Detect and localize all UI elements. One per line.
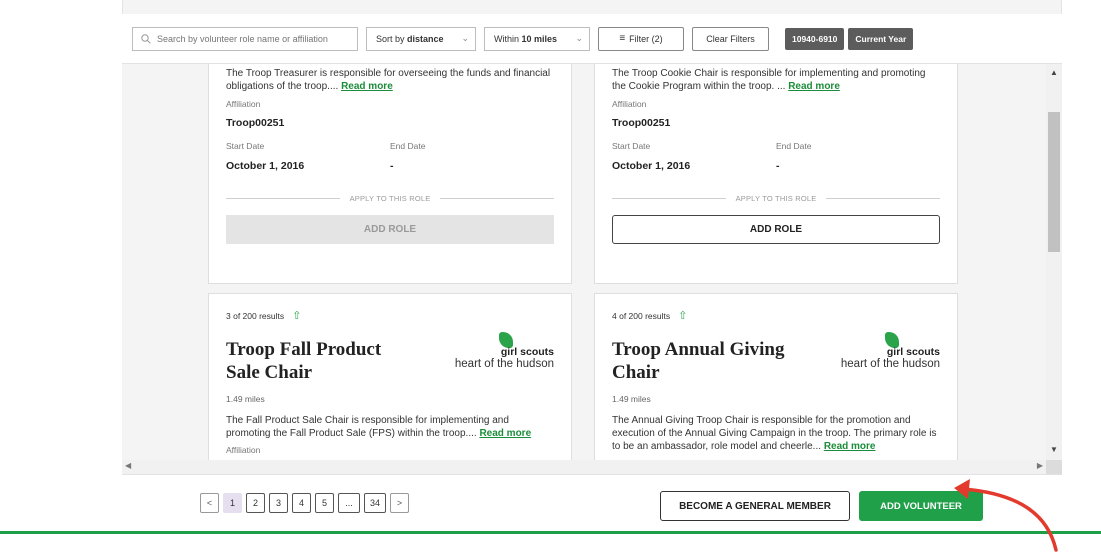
add-role-button[interactable]: ADD ROLE — [612, 215, 940, 244]
year-badge[interactable]: Current Year — [848, 27, 914, 50]
scroll-left-arrow-icon[interactable]: ◀ — [125, 461, 131, 470]
start-date-value: October 1, 2016 — [612, 160, 691, 172]
next-page-button[interactable]: > — [390, 493, 409, 513]
end-date-label: End Date — [776, 141, 812, 151]
vertical-scrollbar[interactable]: ▲ ▼ — [1046, 64, 1062, 460]
filter-label: Filter (2) — [629, 33, 663, 44]
end-date-value: - — [390, 160, 394, 172]
page-ellipsis[interactable]: ... — [338, 493, 360, 513]
prev-page-button[interactable]: < — [200, 493, 219, 513]
apply-label: APPLY TO THIS ROLE — [349, 194, 431, 203]
page-button-3[interactable]: 3 — [269, 493, 288, 513]
result-count: 4 of 200 results ⇧ — [612, 309, 688, 322]
sort-select[interactable]: Sort by distance ⌄ — [366, 26, 476, 51]
pagination: < 1 2 3 4 5 ... 34 > — [200, 493, 409, 513]
page-button-34[interactable]: 34 — [364, 493, 386, 513]
scroll-right-arrow-icon[interactable]: ▶ — [1037, 461, 1043, 470]
share-icon[interactable]: ⇧ — [678, 309, 687, 322]
read-more-link[interactable]: Read more — [824, 441, 876, 452]
filter-toolbar: Sort by distance ⌄ Within 10 miles ⌄ ≡ F… — [122, 14, 1062, 64]
results-viewport[interactable]: The Troop Treasurer is responsible for o… — [122, 64, 1046, 460]
role-description: The Fall Product Sale Chair is responsib… — [226, 415, 532, 439]
sort-text: Sort by distance — [376, 33, 444, 44]
page-button-5[interactable]: 5 — [315, 493, 334, 513]
role-card-fall-product: 3 of 200 results ⇧ Troop Fall Product Sa… — [208, 293, 572, 460]
page-button-4[interactable]: 4 — [292, 493, 311, 513]
distance-text: 1.49 miles — [612, 394, 651, 404]
role-card-treasurer: The Troop Treasurer is responsible for o… — [208, 64, 572, 284]
girl-scouts-logo: girl scouts heart of the hudson — [454, 346, 554, 370]
distance-text: 1.49 miles — [226, 394, 265, 404]
horizontal-scrollbar[interactable]: ◀ ▶ — [122, 460, 1046, 474]
scroll-down-arrow-icon[interactable]: ▼ — [1046, 445, 1062, 454]
scrollbar-corner — [1046, 460, 1062, 474]
role-description: The Troop Cookie Chair is responsible fo… — [612, 68, 926, 92]
role-description: The Annual Giving Troop Chair is respons… — [612, 415, 937, 452]
clear-filters-button[interactable]: Clear Filters — [692, 26, 769, 51]
chevron-down-icon: ⌄ — [461, 33, 469, 43]
apply-divider: APPLY TO THIS ROLE — [612, 194, 941, 203]
page-button-2[interactable]: 2 — [246, 493, 265, 513]
start-date-label: Start Date — [612, 141, 651, 151]
add-role-button[interactable]: ADD ROLE — [226, 215, 554, 244]
search-icon — [141, 33, 151, 44]
become-general-member-button[interactable]: BECOME A GENERAL MEMBER — [660, 491, 850, 521]
add-volunteer-button[interactable]: ADD VOLUNTEER — [859, 491, 983, 521]
filter-button[interactable]: ≡ Filter (2) — [598, 26, 684, 51]
end-date-value: - — [776, 160, 780, 172]
scroll-up-arrow-icon[interactable]: ▲ — [1046, 68, 1062, 77]
read-more-link[interactable]: Read more — [479, 428, 531, 439]
role-description: The Troop Treasurer is responsible for o… — [226, 68, 551, 92]
girl-scouts-logo: girl scouts heart of the hudson — [840, 346, 940, 370]
affiliation-value: Troop00251 — [612, 117, 671, 129]
search-input[interactable] — [157, 33, 347, 44]
end-date-label: End Date — [390, 141, 426, 151]
apply-divider: APPLY TO THIS ROLE — [226, 194, 555, 203]
affiliation-label: Affiliation — [226, 99, 261, 109]
chevron-down-icon: ⌄ — [575, 33, 583, 43]
scrollbar-thumb[interactable] — [1048, 112, 1060, 252]
apply-label: APPLY TO THIS ROLE — [735, 194, 817, 203]
footer-bar: < 1 2 3 4 5 ... 34 > BECOME A GENERAL ME… — [122, 474, 1062, 530]
page-button-1[interactable]: 1 — [223, 493, 242, 513]
role-card-cookie-chair: The Troop Cookie Chair is responsible fo… — [594, 64, 958, 284]
filter-icon: ≡ — [619, 33, 626, 44]
distance-text: Within 10 miles — [494, 33, 558, 44]
bottom-accent-line — [0, 531, 1101, 534]
role-card-annual-giving: 4 of 200 results ⇧ Troop Annual Giving C… — [594, 293, 958, 460]
read-more-link[interactable]: Read more — [788, 81, 840, 92]
start-date-value: October 1, 2016 — [226, 160, 305, 172]
clear-filters-label: Clear Filters — [706, 33, 755, 44]
distance-select[interactable]: Within 10 miles ⌄ — [484, 26, 590, 51]
start-date-label: Start Date — [226, 141, 265, 151]
affiliation-value: Troop00251 — [226, 117, 285, 129]
search-box[interactable] — [132, 26, 358, 51]
affiliation-label: Affiliation — [612, 99, 647, 109]
share-icon[interactable]: ⇧ — [292, 309, 301, 322]
affiliation-label: Affiliation — [226, 445, 261, 455]
read-more-link[interactable]: Read more — [341, 81, 393, 92]
result-count: 3 of 200 results ⇧ — [226, 309, 302, 322]
council-code-badge[interactable]: 10940-6910 — [785, 27, 845, 50]
